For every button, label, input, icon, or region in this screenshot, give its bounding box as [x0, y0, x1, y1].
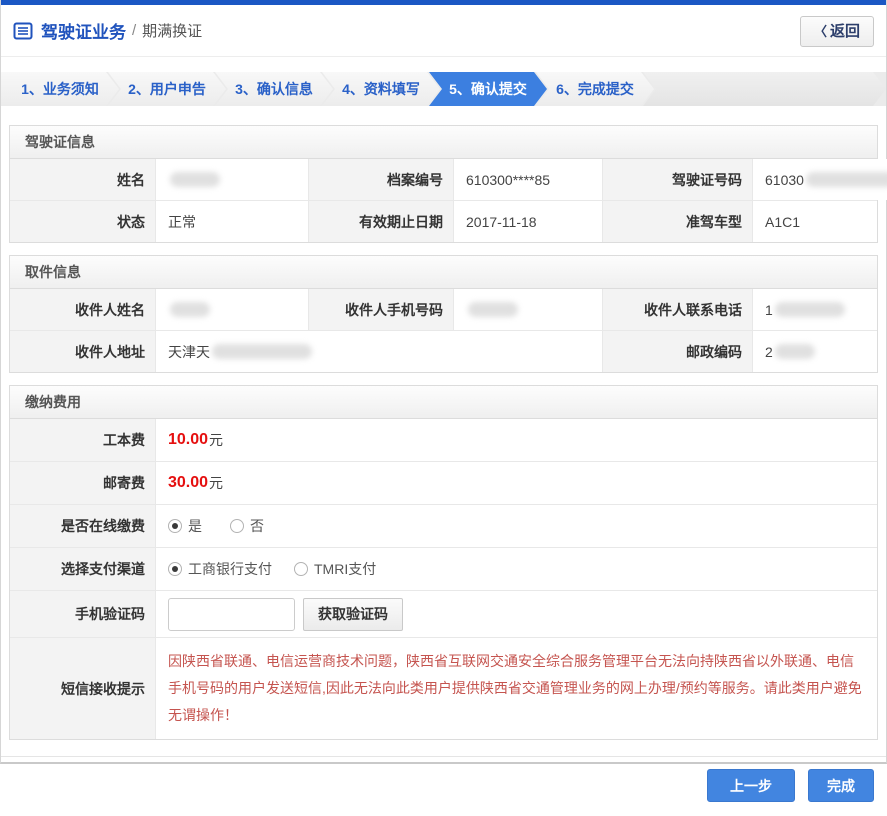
channel-icbc-option[interactable]: 工商银行支付 — [168, 559, 272, 579]
pay-channel-label: 选择支付渠道 — [10, 548, 155, 590]
mail-fee-label: 邮寄费 — [10, 462, 155, 504]
mail-fee-value: 30.00 元 — [155, 462, 877, 504]
redacted-name — [170, 172, 220, 187]
recipient-address-value: 天津天 — [155, 331, 602, 372]
sms-code-label: 手机验证码 — [10, 591, 155, 637]
step-2-user-declaration[interactable]: 2、用户申告 — [108, 72, 226, 106]
step-indicator: 1、业务须知 2、用户申告 3、确认信息 4、资料填写 5、确认提交 6、完成提… — [1, 72, 886, 106]
sms-notice-label: 短信接收提示 — [10, 638, 155, 739]
postcode-label: 邮政编码 — [602, 331, 752, 372]
recipient-mobile-value — [453, 289, 602, 330]
online-pay-yes-option[interactable]: 是 — [168, 516, 202, 536]
sms-notice-text: 因陕西省联通、电信运营商技术问题，陕西省互联网交通安全综合服务管理平台无法向持陕… — [168, 653, 862, 723]
pickup-info-section: 取件信息 收件人姓名 收件人手机号码 收件人联系电话 1 收件人地址 天津天 邮… — [9, 255, 878, 373]
redacted-postcode — [774, 344, 815, 359]
sms-code-field: 获取验证码 — [155, 591, 877, 637]
status-label: 状态 — [10, 201, 155, 242]
pickup-info-section-title: 取件信息 — [10, 256, 877, 289]
redacted-recipient-name — [170, 302, 210, 317]
radio-unchecked-icon — [294, 562, 308, 576]
recipient-address-label: 收件人地址 — [10, 331, 155, 372]
name-label: 姓名 — [10, 159, 155, 200]
step-1-business-notice[interactable]: 1、业务须知 — [1, 72, 119, 106]
sms-code-input[interactable] — [168, 597, 295, 631]
previous-step-button[interactable]: 上一步 — [707, 769, 795, 802]
vehicle-class-label: 准驾车型 — [602, 201, 752, 242]
get-code-button[interactable]: 获取验证码 — [303, 597, 403, 631]
back-button-label: 返回 — [829, 23, 860, 40]
breadcrumb-divider: / — [132, 22, 137, 39]
license-info-row-2: 状态 正常 有效期止日期 2017-11-18 准驾车型 A1C1 — [10, 200, 877, 242]
work-fee-value: 10.00 元 — [155, 419, 877, 461]
step-5-confirm-submit[interactable]: 5、确认提交 — [429, 72, 547, 106]
license-info-row-1: 姓名 档案编号 610300****85 驾驶证号码 61030X — [10, 159, 887, 200]
license-number-value: 61030X — [752, 159, 887, 200]
work-fee-row: 工本费 10.00 元 — [10, 419, 877, 461]
chevron-left-icon: 〈 — [813, 24, 827, 39]
pay-channel-options: 工商银行支付 TMRI支付 — [155, 548, 877, 590]
breadcrumb-current: 期满换证 — [142, 23, 203, 40]
mail-fee-row: 邮寄费 30.00 元 — [10, 461, 877, 504]
work-fee-label: 工本费 — [10, 419, 155, 461]
pay-channel-row: 选择支付渠道 工商银行支付 TMRI支付 — [10, 547, 877, 590]
sms-notice-row: 短信接收提示 因陕西省联通、电信运营商技术问题，陕西省互联网交通安全综合服务管理… — [10, 637, 877, 739]
file-number-label: 档案编号 — [308, 159, 453, 200]
step-4-fill-data[interactable]: 4、资料填写 — [322, 72, 440, 106]
redacted-recipient-phone — [774, 302, 845, 317]
step-bar-filler — [643, 72, 886, 106]
finish-button[interactable]: 完成 — [808, 769, 874, 802]
license-number-label: 驾驶证号码 — [602, 159, 752, 200]
page: 驾驶证业务 / 期满换证 〈返回 1、业务须知 2、用户申告 3、确认信息 4、… — [0, 0, 887, 802]
radio-checked-icon — [168, 519, 182, 533]
license-info-section: 驾驶证信息 姓名 档案编号 610300****85 驾驶证号码 61030X … — [9, 125, 887, 243]
step-3-confirm-info[interactable]: 3、确认信息 — [215, 72, 333, 106]
redacted-recipient-mobile — [468, 302, 518, 317]
sms-notice-cell: 因陕西省联通、电信运营商技术问题，陕西省互联网交通安全综合服务管理平台无法向持陕… — [155, 638, 877, 739]
radio-checked-icon — [168, 562, 182, 576]
online-pay-options: 是 否 — [155, 505, 877, 547]
redacted-license-number — [805, 172, 887, 187]
page-title: 驾驶证业务 — [41, 23, 126, 42]
header: 驾驶证业务 / 期满换证 〈返回 — [1, 5, 886, 57]
sms-code-row: 手机验证码 获取验证码 — [10, 590, 877, 637]
pickup-info-row-2: 收件人地址 天津天 邮政编码 2 — [10, 330, 877, 372]
recipient-name-label: 收件人姓名 — [10, 289, 155, 330]
redacted-recipient-address — [212, 344, 312, 359]
recipient-name-value — [155, 289, 308, 330]
status-value: 正常 — [155, 201, 308, 242]
vehicle-class-value: A1C1 — [752, 201, 877, 242]
channel-tmri-option[interactable]: TMRI支付 — [294, 559, 376, 579]
step-6-finish-submit[interactable]: 6、完成提交 — [536, 72, 654, 106]
recipient-phone-label: 收件人联系电话 — [602, 289, 752, 330]
name-value — [155, 159, 308, 200]
expiry-date-label: 有效期止日期 — [308, 201, 453, 242]
radio-unchecked-icon — [230, 519, 244, 533]
postcode-value: 2 — [752, 331, 877, 372]
recipient-mobile-label: 收件人手机号码 — [308, 289, 453, 330]
pickup-info-row-1: 收件人姓名 收件人手机号码 收件人联系电话 1 — [10, 289, 877, 330]
footer-actions: 上一步 完成 — [1, 757, 886, 816]
license-info-section-title: 驾驶证信息 — [10, 126, 877, 159]
fees-section-title: 缴纳费用 — [10, 386, 877, 419]
document-list-icon — [13, 22, 33, 39]
back-button[interactable]: 〈返回 — [799, 16, 874, 47]
fees-section: 缴纳费用 工本费 10.00 元 邮寄费 30.00 元 是否在线缴费 是 否 选择… — [9, 385, 878, 740]
online-pay-label: 是否在线缴费 — [10, 505, 155, 547]
online-pay-no-option[interactable]: 否 — [230, 516, 264, 536]
recipient-phone-value: 1 — [752, 289, 877, 330]
file-number-value: 610300****85 — [453, 159, 602, 200]
expiry-date-value: 2017-11-18 — [453, 201, 602, 242]
online-pay-row: 是否在线缴费 是 否 — [10, 504, 877, 547]
